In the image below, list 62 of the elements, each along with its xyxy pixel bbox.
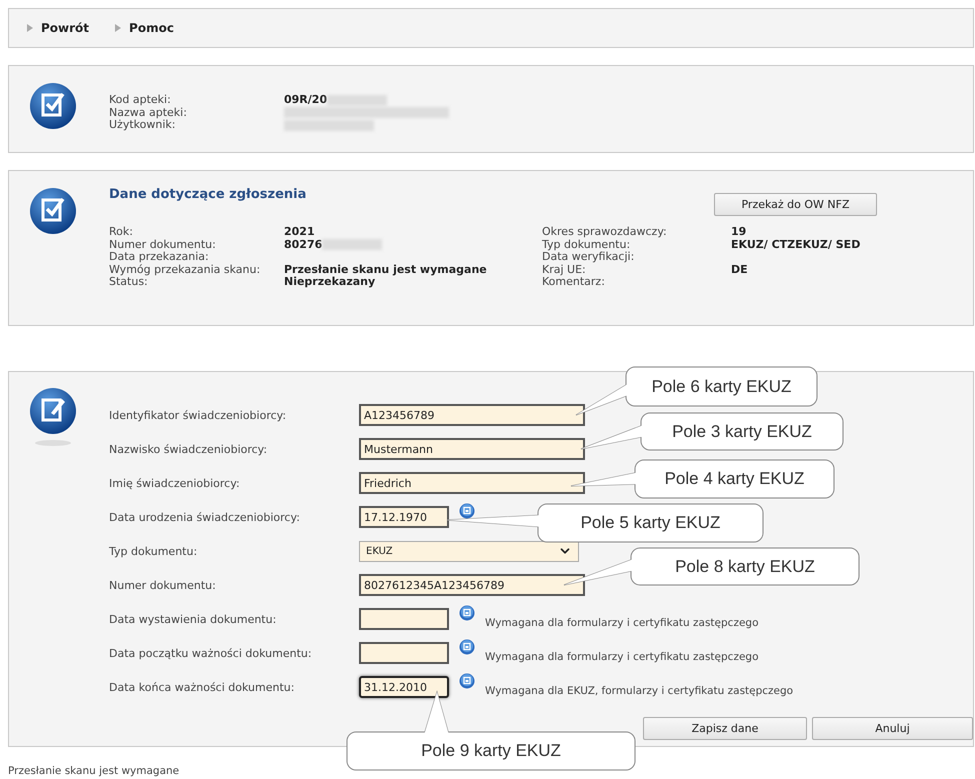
field-label: Numer dokumentu: — [109, 238, 217, 251]
triangle-icon — [115, 24, 122, 32]
nav-link[interactable]: Powrót — [27, 21, 90, 35]
save-button[interactable]: Zapisz dane — [643, 717, 807, 740]
field-label: Nazwa apteki: — [109, 106, 188, 119]
field-label: Nazwisko świadczeniobiorcy: — [109, 442, 268, 456]
transfer-button[interactable]: Przekaż do OW NFZ — [714, 193, 877, 216]
hint-text: Wymagana dla formularzy i certyfikatu zastępczego — [485, 617, 759, 629]
field-label: Status: — [109, 276, 148, 288]
field-label: Kod apteki: — [109, 94, 172, 106]
calendar-icon[interactable] — [459, 673, 475, 689]
hint-text: Wymagana dla formularzy i certyfikatu zastępczego — [485, 651, 759, 663]
text-field[interactable]: 8027612345A123456789 — [359, 574, 585, 596]
field-value: DE — [731, 264, 748, 276]
field-label: Rok: — [109, 226, 134, 238]
field-label: Typ dokumentu: — [109, 544, 198, 558]
field-value: Przesłanie skanu jest wymagane — [284, 264, 487, 276]
date-field[interactable] — [359, 642, 449, 664]
field-label: Typ dokumentu: — [542, 238, 632, 251]
field-label: Data początku ważności dokumentu: — [109, 646, 313, 660]
field-label: Data urodzenia świadczeniobiorcy: — [109, 510, 301, 524]
calendar-icon[interactable] — [459, 605, 475, 621]
cancel-button[interactable]: Anuluj — [812, 717, 973, 740]
field-label: Data weryfikacji: — [542, 251, 636, 264]
select-field[interactable]: EKUZ — [359, 540, 579, 562]
field-label: Imię świadczeniobiorcy: — [109, 476, 241, 490]
field-value: EKUZ/ CTZEKUZ/ SED — [731, 238, 860, 251]
field-label: Data końca ważności dokumentu: — [109, 680, 296, 694]
calendar-icon[interactable] — [459, 639, 475, 655]
field-label: Wymóg przekazania skanu: — [109, 264, 262, 276]
field-label: Kraj UE: — [542, 264, 587, 276]
callout-text: Pole 5 karty EKUZ — [580, 513, 720, 533]
field-label: Data przekazania: — [109, 251, 210, 264]
text-field[interactable]: Mustermann — [359, 438, 585, 460]
field-label: Identyfikator świadczeniobiorcy: — [109, 408, 288, 422]
field-label: Komentarz: — [542, 276, 606, 288]
field-label: Okres sprawozdawczy: — [542, 226, 668, 238]
field-label: Użytkownik: — [109, 119, 176, 132]
callout-text: Pole 4 karty EKUZ — [664, 469, 804, 489]
triangle-icon — [27, 24, 33, 32]
nav-link[interactable]: Pomoc — [115, 21, 174, 35]
field-value: Nieprzekazany — [284, 276, 376, 288]
field-value: 19 — [731, 226, 746, 238]
field-value: 2021 — [284, 226, 315, 238]
edit-form-icon — [29, 387, 77, 449]
field-label: Data wystawienia dokumentu: — [109, 612, 278, 626]
field-label: Numer dokumentu: — [109, 578, 217, 592]
text-field[interactable]: Friedrich — [359, 472, 585, 494]
field-value: 80276 — [284, 238, 322, 251]
field-value: 09R/20 — [284, 94, 328, 106]
calendar-icon[interactable] — [459, 503, 475, 519]
date-field[interactable]: 17.12.1970 — [359, 506, 449, 528]
callout-text: Pole 6 karty EKUZ — [652, 376, 792, 396]
callout-text: Pole 9 karty EKUZ — [421, 741, 561, 761]
callout-text: Pole 3 karty EKUZ — [672, 422, 812, 442]
hint-text: Wymagana dla EKUZ, formularzy i certyfikatu zastępczego — [485, 685, 794, 697]
date-field[interactable]: 31.12.2010 — [359, 676, 449, 698]
section-title: Dane dotyczące zgłoszenia — [109, 187, 306, 202]
footer-note: Przesłanie skanu jest wymagane — [8, 765, 180, 777]
text-field[interactable]: A123456789 — [359, 404, 585, 426]
date-field[interactable] — [359, 608, 449, 630]
callout-text: Pole 8 karty EKUZ — [675, 556, 815, 576]
